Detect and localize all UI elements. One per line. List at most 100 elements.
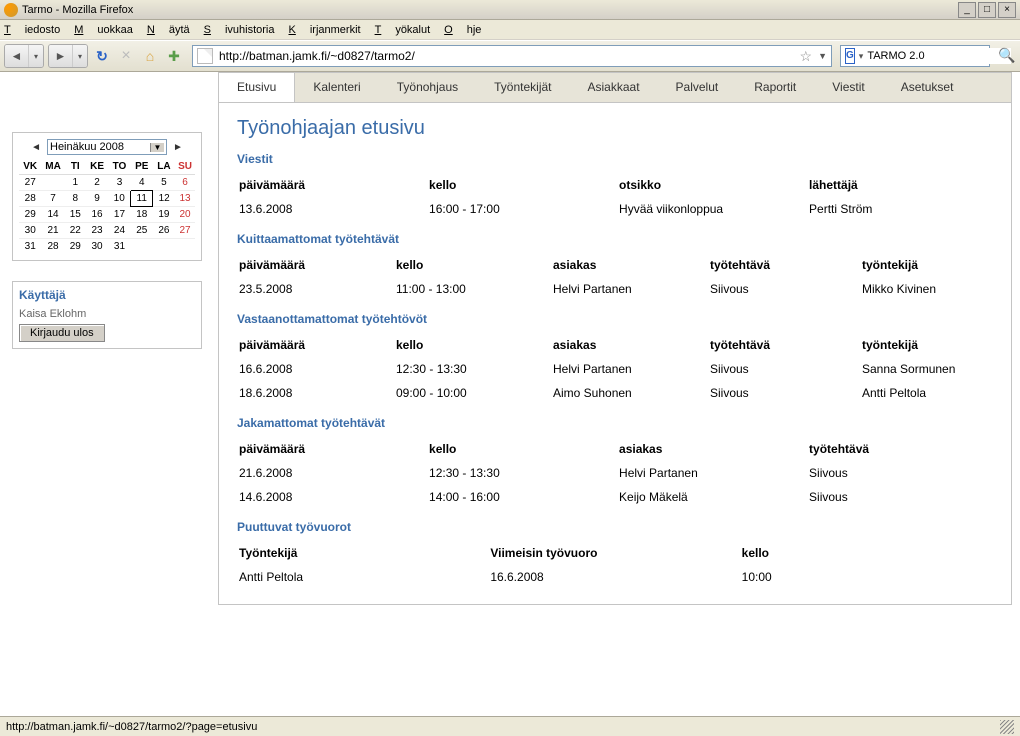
- url-dropdown-icon[interactable]: ▼: [818, 51, 827, 61]
- add-bookmark-icon[interactable]: ✚: [164, 46, 184, 66]
- menu-näytä[interactable]: Näytä: [147, 24, 190, 36]
- url-bar: ☆ ▼: [192, 45, 832, 67]
- calendar-header: TI: [65, 159, 86, 175]
- table-cell: Helvi Partanen: [553, 278, 708, 300]
- calendar-day[interactable]: 22: [65, 223, 86, 239]
- stop-icon[interactable]: ×: [116, 46, 136, 66]
- calendar-day[interactable]: 19: [153, 207, 175, 223]
- calendar-day[interactable]: 14: [41, 207, 64, 223]
- calendar-day[interactable]: 9: [86, 191, 108, 207]
- calendar-day[interactable]: 13: [175, 191, 195, 207]
- calendar-day[interactable]: [41, 175, 64, 191]
- url-input[interactable]: [217, 47, 798, 65]
- table-cell: 09:00 - 10:00: [396, 382, 551, 404]
- section-table-jakamattomat: päivämääräkelloasiakastyötehtävä21.6.200…: [237, 436, 993, 510]
- calendar-header: TO: [108, 159, 130, 175]
- calendar-month-select[interactable]: Heinäkuu 2008 ▼: [47, 139, 167, 155]
- reload-icon[interactable]: ↻: [92, 46, 112, 66]
- calendar-day[interactable]: 7: [41, 191, 64, 207]
- calendar-day[interactable]: 29: [65, 239, 86, 255]
- calendar-day[interactable]: 27: [175, 223, 195, 239]
- maximize-button[interactable]: □: [978, 2, 996, 18]
- calendar-header: LA: [153, 159, 175, 175]
- back-button[interactable]: ◄: [5, 45, 29, 67]
- search-go-icon[interactable]: 🔍: [998, 47, 1016, 65]
- calendar-day[interactable]: 17: [108, 207, 130, 223]
- calendar-day[interactable]: [175, 239, 195, 255]
- column-header: kello: [396, 254, 551, 276]
- menu-muokkaa[interactable]: Muokkaa: [74, 24, 133, 36]
- calendar-prev-icon[interactable]: ◄: [31, 142, 41, 153]
- forward-button[interactable]: ►: [49, 45, 73, 67]
- calendar-day[interactable]: 6: [175, 175, 195, 191]
- calendar-day[interactable]: 12: [153, 191, 175, 207]
- calendar-day[interactable]: 16: [86, 207, 108, 223]
- calendar-day[interactable]: 31: [108, 239, 130, 255]
- table-row: 16.6.200812:30 - 13:30Helvi PartanenSiiv…: [239, 358, 991, 380]
- tab-työntekijät[interactable]: Työntekijät: [476, 73, 569, 102]
- status-text: http://batman.jamk.fi/~d0827/tarmo2/?pag…: [6, 721, 257, 733]
- column-header: asiakas: [553, 334, 708, 356]
- calendar-day[interactable]: 20: [175, 207, 195, 223]
- table-cell: 10:00: [742, 566, 991, 588]
- table-row: 21.6.200812:30 - 13:30Helvi PartanenSiiv…: [239, 462, 991, 484]
- calendar-day[interactable]: 21: [41, 223, 64, 239]
- calendar-day[interactable]: 5: [153, 175, 175, 191]
- calendar-day[interactable]: 26: [153, 223, 175, 239]
- minimize-button[interactable]: _: [958, 2, 976, 18]
- logout-button[interactable]: Kirjaudu ulos: [19, 324, 105, 342]
- section-title-viestit: Viestit: [237, 152, 993, 166]
- calendar-day[interactable]: 30: [86, 239, 108, 255]
- menu-työkalut[interactable]: Työkalut: [375, 24, 431, 36]
- calendar-day[interactable]: 3: [108, 175, 130, 191]
- tab-kalenteri[interactable]: Kalenteri: [295, 73, 378, 102]
- tab-asiakkaat[interactable]: Asiakkaat: [570, 73, 658, 102]
- calendar-day[interactable]: 11: [131, 191, 153, 207]
- calendar-day[interactable]: 15: [65, 207, 86, 223]
- section-title-jakamattomat: Jakamattomat työtehtävät: [237, 416, 993, 430]
- menu-kirjanmerkit[interactable]: Kirjanmerkit: [289, 24, 361, 36]
- forward-history-dropdown[interactable]: ▾: [73, 45, 87, 67]
- table-cell: 16:00 - 17:00: [429, 198, 617, 220]
- column-header: työtehtävä: [809, 438, 991, 460]
- calendar-day[interactable]: 8: [65, 191, 86, 207]
- menu-tiedosto[interactable]: Tiedosto: [4, 24, 60, 36]
- calendar-day[interactable]: 25: [131, 223, 153, 239]
- tab-viestit[interactable]: Viestit: [814, 73, 882, 102]
- calendar-day[interactable]: 10: [108, 191, 130, 207]
- section-table-kuittaamattomat: päivämääräkelloasiakastyötehtävätyönteki…: [237, 252, 993, 302]
- search-engine-dropdown-icon[interactable]: ▾: [859, 51, 864, 62]
- table-cell: 13.6.2008: [239, 198, 427, 220]
- menu-sivuhistoria[interactable]: Sivuhistoria: [204, 24, 275, 36]
- calendar-day[interactable]: 18: [131, 207, 153, 223]
- calendar-next-icon[interactable]: ►: [173, 142, 183, 153]
- calendar-day[interactable]: [153, 239, 175, 255]
- menu-ohje[interactable]: Ohje: [444, 24, 481, 36]
- calendar-day[interactable]: 4: [131, 175, 153, 191]
- close-button[interactable]: ×: [998, 2, 1016, 18]
- calendar-day[interactable]: [131, 239, 153, 255]
- tab-asetukset[interactable]: Asetukset: [883, 73, 972, 102]
- back-history-dropdown[interactable]: ▾: [29, 45, 43, 67]
- calendar-day[interactable]: 23: [86, 223, 108, 239]
- calendar-panel: ◄ Heinäkuu 2008 ▼ ► VKMATIKETOPELASU2712…: [12, 132, 202, 261]
- calendar-month-label: Heinäkuu 2008: [50, 141, 124, 153]
- tab-etusivu[interactable]: Etusivu: [219, 73, 295, 102]
- calendar-day[interactable]: 28: [41, 239, 64, 255]
- column-header: työntekijä: [862, 334, 991, 356]
- tab-palvelut[interactable]: Palvelut: [658, 73, 737, 102]
- bookmark-star-icon[interactable]: ☆: [800, 48, 813, 65]
- calendar-day[interactable]: 1: [65, 175, 86, 191]
- tab-raportit[interactable]: Raportit: [736, 73, 814, 102]
- calendar-day[interactable]: 24: [108, 223, 130, 239]
- table-cell: Helvi Partanen: [619, 462, 807, 484]
- google-search-engine-icon[interactable]: G: [845, 48, 855, 64]
- calendar-header: SU: [175, 159, 195, 175]
- search-input[interactable]: [865, 48, 1011, 64]
- table-row: 14.6.200814:00 - 16:00Keijo MäkeläSiivou…: [239, 486, 991, 508]
- tab-työnohjaus[interactable]: Työnohjaus: [379, 73, 476, 102]
- resize-grip-icon[interactable]: [1000, 720, 1014, 734]
- main-area: EtusivuKalenteriTyönohjausTyöntekijätAsi…: [210, 72, 1020, 716]
- calendar-day[interactable]: 2: [86, 175, 108, 191]
- home-icon[interactable]: ⌂: [140, 46, 160, 66]
